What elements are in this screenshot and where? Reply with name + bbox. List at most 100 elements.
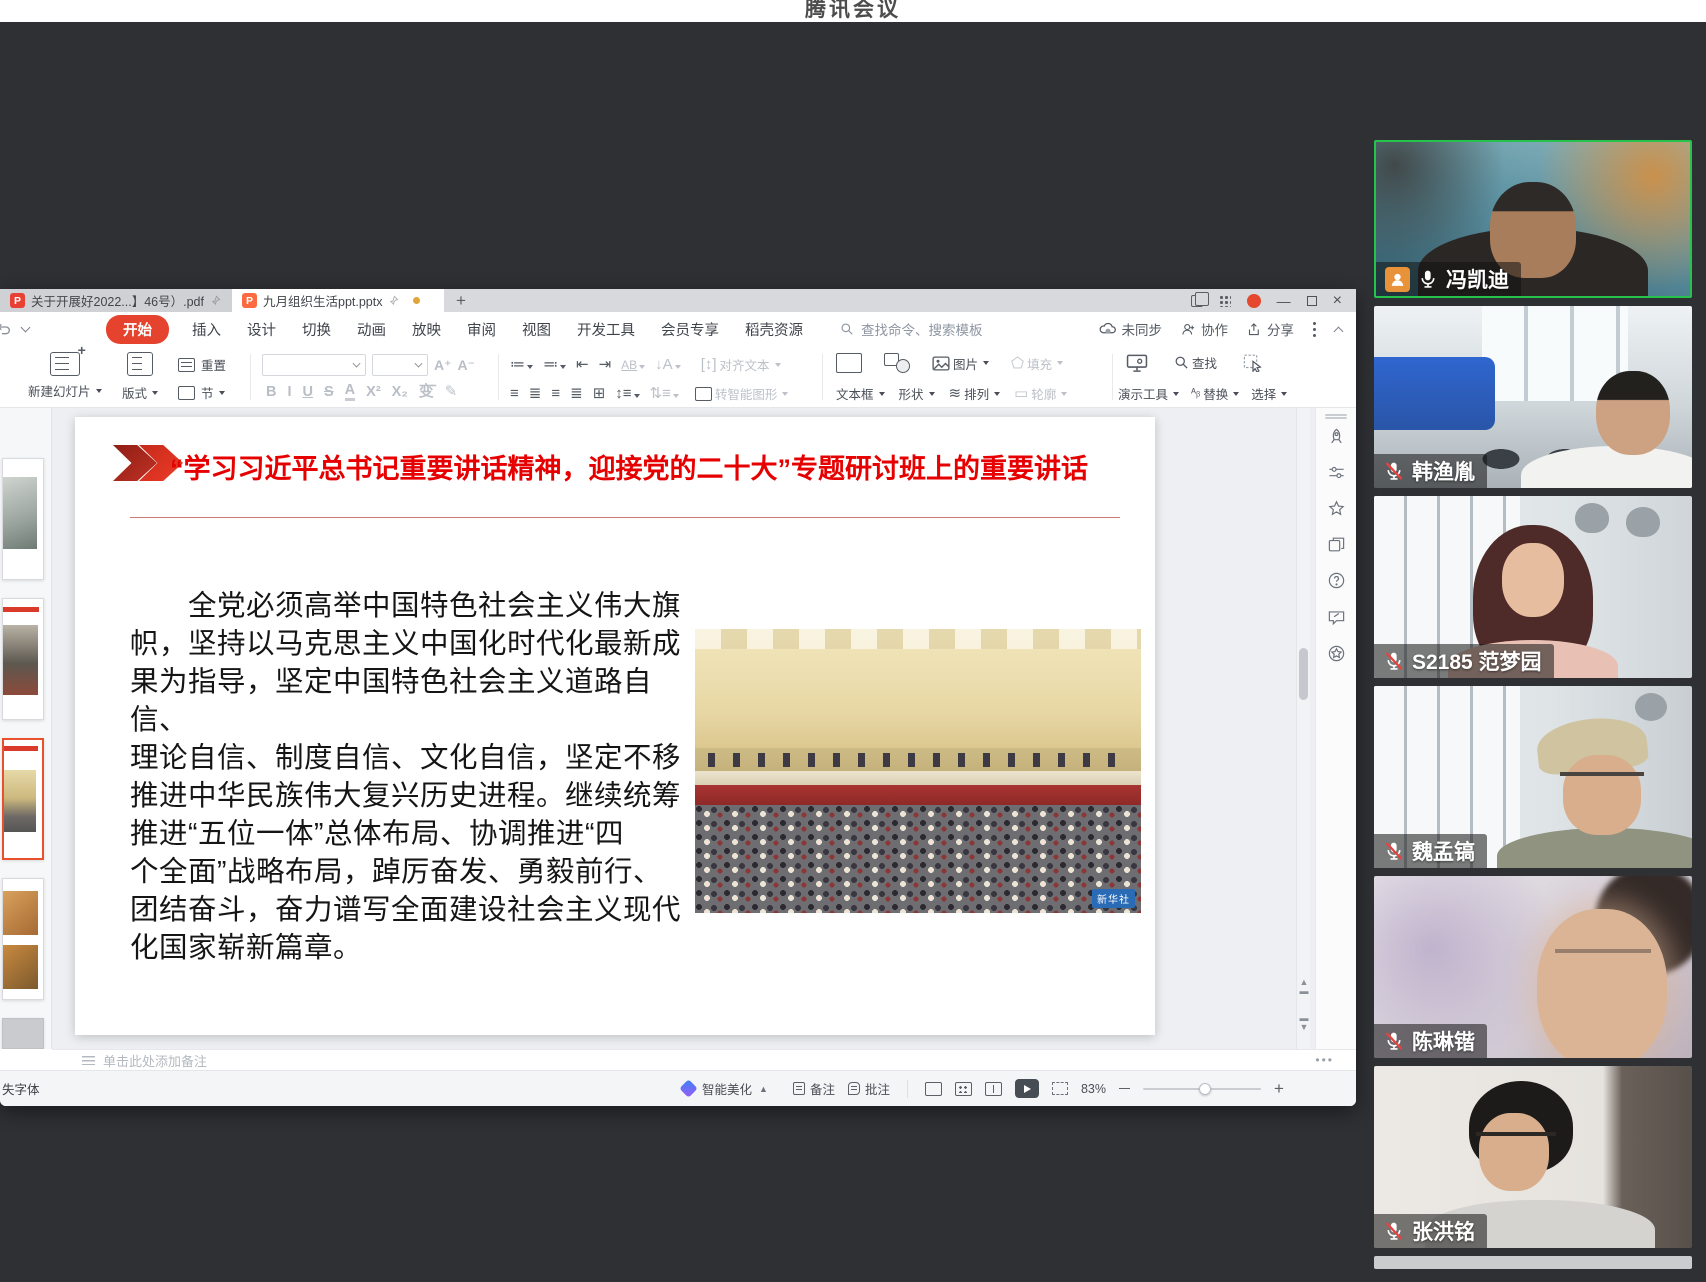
shrink-font-button[interactable]: A⁻ xyxy=(458,357,476,374)
find-button[interactable]: 查找 xyxy=(1174,353,1217,372)
shape-button[interactable]: 形状 xyxy=(899,384,935,403)
canvas-scrollbar[interactable]: ▲▬ ▬▼ xyxy=(1296,408,1310,1049)
align-center-icon[interactable]: ≣ xyxy=(529,386,542,401)
help-icon[interactable] xyxy=(1327,571,1346,590)
present-tools-button[interactable]: 演示工具 xyxy=(1118,384,1179,403)
scrollbar-thumb[interactable] xyxy=(1299,648,1308,700)
new-slide-button[interactable]: 新建幻灯片 xyxy=(28,352,102,400)
participant-video[interactable]: S2185 范梦园 xyxy=(1374,496,1692,678)
tab-manager-icon[interactable] xyxy=(1191,295,1203,307)
arrange-button[interactable]: ≋排列 xyxy=(949,384,1001,403)
char-spacing-icon[interactable]: AB xyxy=(621,359,645,371)
participant-video[interactable]: 冯凯迪 xyxy=(1374,140,1692,298)
reset-button[interactable]: 重置 xyxy=(178,355,226,374)
restore-button[interactable] xyxy=(1307,296,1317,306)
text-direction-icon[interactable]: ↓A xyxy=(655,357,681,372)
subscript-button[interactable]: X₂ xyxy=(392,384,408,400)
participant-video[interactable]: 张洪铭 xyxy=(1374,1066,1692,1248)
sync-status[interactable]: 未同步 xyxy=(1099,319,1163,339)
feedback-pen-icon[interactable] xyxy=(1327,608,1346,627)
tab-insert[interactable]: 插入 xyxy=(192,319,221,340)
tab-view[interactable]: 视图 xyxy=(522,319,551,340)
slide-thumbnail-2[interactable] xyxy=(2,598,44,720)
tab-transition[interactable]: 切换 xyxy=(302,319,331,340)
shapes-icon[interactable] xyxy=(884,353,910,373)
decrease-indent-icon[interactable]: ⇤ xyxy=(576,357,589,372)
more-menu-icon[interactable] xyxy=(1313,328,1316,331)
panel-handle[interactable] xyxy=(1325,414,1347,416)
participant-video[interactable]: 魏孟镐 xyxy=(1374,686,1692,868)
account-badge-icon[interactable] xyxy=(1247,294,1261,308)
share-button[interactable]: 分享 xyxy=(1247,319,1294,339)
missing-font-warning[interactable]: 失字体 xyxy=(2,1071,40,1106)
tab-design[interactable]: 设计 xyxy=(247,319,276,340)
tab-home[interactable]: 开始 xyxy=(106,315,169,344)
tab-animation[interactable]: 动画 xyxy=(357,319,386,340)
undo-icon[interactable] xyxy=(0,321,12,337)
pin-icon[interactable] xyxy=(388,295,399,306)
notes-bar[interactable]: 单击此处添加备注 ••• xyxy=(52,1049,1356,1070)
picture-button[interactable]: 图片 xyxy=(932,354,989,373)
participant-video[interactable]: 韩渔胤 xyxy=(1374,306,1692,488)
conference-photo[interactable]: 新华社 xyxy=(695,629,1141,913)
tab-member[interactable]: 会员专享 xyxy=(661,319,719,340)
slide-thumbnail-1[interactable] xyxy=(2,458,44,580)
tab-review[interactable]: 审阅 xyxy=(467,319,496,340)
select-button[interactable]: 选择 xyxy=(1251,384,1287,403)
layout-button[interactable]: 版式 xyxy=(122,352,158,402)
slide-thumbnail-4[interactable] xyxy=(2,878,44,1000)
document-tab-pdf[interactable]: P 关于开展好2022...】46号）.pdf xyxy=(0,289,232,312)
tab-devtools[interactable]: 开发工具 xyxy=(577,319,635,340)
zoom-value[interactable]: 83% xyxy=(1081,1082,1106,1096)
notes-more-icon[interactable]: ••• xyxy=(1315,1053,1334,1067)
section-button[interactable]: 节 xyxy=(178,383,225,402)
zoom-in-button[interactable]: + xyxy=(1274,1080,1284,1097)
tab-slideshow[interactable]: 放映 xyxy=(412,319,441,340)
font-size-combo[interactable] xyxy=(372,354,428,376)
slide-thumbnail-3-selected[interactable] xyxy=(2,738,44,860)
comments-toggle-button[interactable]: 批注 xyxy=(848,1079,890,1098)
present-tools-icon[interactable] xyxy=(1126,354,1148,372)
notes-toggle-button[interactable]: 备注 xyxy=(793,1079,835,1098)
font-color-button[interactable]: A xyxy=(345,382,355,401)
bullet-list-icon[interactable]: ≔ xyxy=(510,357,533,372)
numbered-list-icon[interactable]: ≕ xyxy=(543,357,566,372)
pinyin-guide-icon[interactable]: 变̄ xyxy=(419,384,434,399)
next-slide-button[interactable]: ▬▼ xyxy=(1297,1014,1311,1032)
fill-button[interactable]: ⬠填充 xyxy=(1011,354,1063,373)
clear-format-icon[interactable]: ✎ xyxy=(445,384,458,399)
windows-overlap-icon[interactable] xyxy=(1327,535,1346,554)
close-button[interactable]: × xyxy=(1333,293,1342,309)
zoom-slider-knob[interactable] xyxy=(1199,1083,1211,1095)
new-tab-button[interactable]: + xyxy=(444,289,478,312)
replace-button[interactable]: ᴬᵦ替换 xyxy=(1191,384,1239,403)
stamp-seal-icon[interactable] xyxy=(1327,644,1346,663)
select-cursor-icon[interactable] xyxy=(1243,354,1263,372)
settings-sliders-icon[interactable] xyxy=(1327,463,1346,482)
textbox-icon[interactable] xyxy=(836,353,862,373)
collapse-ribbon-icon[interactable] xyxy=(1334,326,1344,336)
slide-body-text[interactable]: 全党必须高举中国特色社会主义伟大旗 帜，坚持以马克思主义中国化时代化最新成 果为… xyxy=(130,587,688,967)
grow-font-button[interactable]: A⁺ xyxy=(434,357,452,374)
align-left-icon[interactable]: ≡ xyxy=(510,386,519,401)
underline-button[interactable]: U xyxy=(303,384,313,400)
slide-editor[interactable]: “学习习近平总书记重要讲话精神，迎接党的二十大”专题研讨班上的重要讲话 全党必须… xyxy=(75,417,1155,1035)
align-right-icon[interactable]: ≡ xyxy=(551,386,560,401)
workspace-grid-icon[interactable] xyxy=(1219,295,1231,307)
strike-button[interactable]: S xyxy=(324,384,334,400)
to-smartart-button[interactable]: 转智能图形 xyxy=(695,384,789,403)
play-slideshow-button[interactable] xyxy=(1015,1079,1039,1098)
superscript-button[interactable]: X² xyxy=(366,384,381,400)
font-name-combo[interactable] xyxy=(262,354,366,376)
outline-button[interactable]: ▭轮廓 xyxy=(1014,384,1067,403)
reading-view-button[interactable] xyxy=(985,1082,1002,1096)
italic-button[interactable]: I xyxy=(287,384,291,400)
align-text-button[interactable]: [↕]对齐文本 xyxy=(701,355,781,374)
command-search[interactable]: 查找命令、搜索模板 xyxy=(840,319,983,339)
normal-view-button[interactable] xyxy=(925,1082,942,1096)
slide-title[interactable]: “学习习近平总书记重要讲话精神，迎接党的二十大”专题研讨班上的重要讲话 xyxy=(170,447,1145,486)
slide-sorter-view-button[interactable] xyxy=(955,1082,972,1096)
pin-icon[interactable] xyxy=(210,295,221,306)
redo-dropdown-icon[interactable] xyxy=(21,323,31,333)
bold-button[interactable]: B xyxy=(266,384,276,400)
